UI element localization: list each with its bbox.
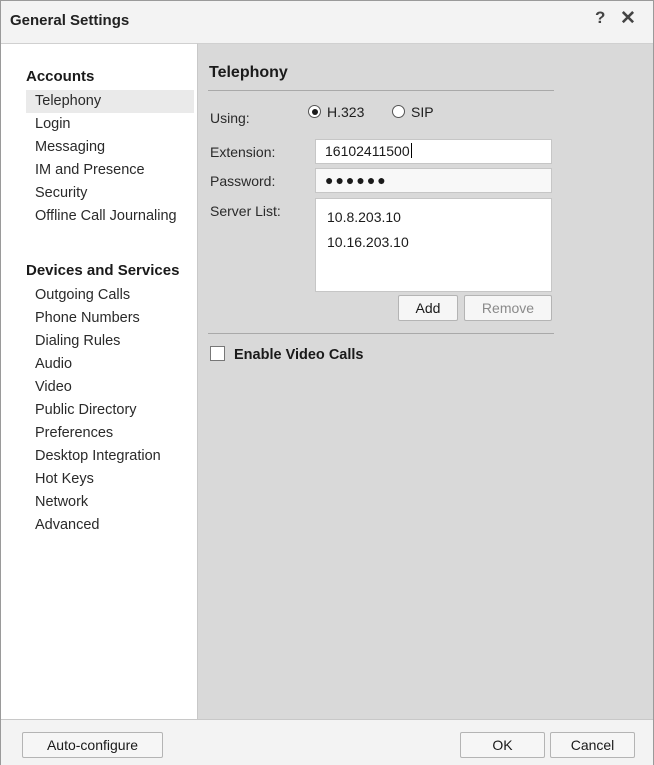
sidebar-item-dialing-rules[interactable]: Dialing Rules (26, 330, 194, 353)
protocol-h323-radio[interactable]: H.323 (308, 104, 364, 120)
title-divider (208, 90, 554, 91)
password-label: Password: (210, 173, 276, 189)
auto-configure-button[interactable]: Auto-configure (22, 732, 163, 758)
sidebar-item-advanced[interactable]: Advanced (26, 514, 194, 537)
list-item[interactable]: 10.16.203.10 (327, 230, 551, 255)
radio-unchecked-icon (392, 105, 405, 118)
extension-label: Extension: (210, 144, 276, 160)
radio-checked-icon (308, 105, 321, 118)
password-field[interactable]: ●●●●●● (315, 168, 552, 193)
sidebar-item-login[interactable]: Login (26, 113, 194, 136)
sidebar-item-audio[interactable]: Audio (26, 353, 194, 376)
cancel-button[interactable]: Cancel (550, 732, 635, 758)
add-button[interactable]: Add (398, 295, 458, 321)
sidebar-item-im-presence[interactable]: IM and Presence (26, 159, 194, 182)
settings-sidebar: Accounts Telephony Login Messaging IM an… (1, 43, 198, 720)
sidebar-item-offline-call-journaling[interactable]: Offline Call Journaling (26, 205, 194, 228)
extension-value: 16102411500 (325, 143, 410, 159)
ok-button[interactable]: OK (460, 732, 545, 758)
sidebar-item-preferences[interactable]: Preferences (26, 422, 194, 445)
protocol-sip-radio[interactable]: SIP (392, 104, 434, 120)
server-listbox[interactable]: 10.8.203.10 10.16.203.10 (315, 198, 552, 292)
extension-field[interactable]: 16102411500 (315, 139, 552, 164)
dialog-footer: Auto-configure OK Cancel (1, 719, 653, 765)
sidebar-item-network[interactable]: Network (26, 491, 194, 514)
using-label: Using: (210, 110, 250, 126)
devices-heading: Devices and Services (26, 262, 180, 279)
text-caret (410, 143, 412, 158)
sidebar-item-hot-keys[interactable]: Hot Keys (26, 468, 194, 491)
sidebar-item-desktop-integration[interactable]: Desktop Integration (26, 445, 194, 468)
page-title: Telephony (209, 64, 288, 81)
enable-video-calls-checkbox[interactable]: Enable Video Calls (210, 346, 363, 363)
title-bar: General Settings ? ✕ (1, 1, 653, 41)
protocol-sip-label: SIP (411, 104, 434, 120)
enable-video-calls-label: Enable Video Calls (234, 347, 364, 363)
help-icon[interactable]: ? (595, 8, 605, 28)
settings-dialog: General Settings ? ✕ Accounts Telephony … (0, 0, 654, 765)
protocol-h323-label: H.323 (327, 104, 365, 120)
accounts-heading: Accounts (26, 68, 95, 85)
dialog-title: General Settings (10, 12, 130, 29)
sidebar-item-phone-numbers[interactable]: Phone Numbers (26, 307, 194, 330)
server-list-label: Server List: (210, 203, 281, 219)
sidebar-item-outgoing-calls[interactable]: Outgoing Calls (26, 284, 194, 307)
section-divider (208, 333, 554, 334)
sidebar-item-telephony[interactable]: Telephony (26, 90, 194, 113)
telephony-panel: Telephony Using: H.323 SIP Extension: 16… (198, 43, 653, 720)
sidebar-item-public-directory[interactable]: Public Directory (26, 399, 194, 422)
checkbox-unchecked-icon (210, 346, 225, 361)
sidebar-item-messaging[interactable]: Messaging (26, 136, 194, 159)
sidebar-item-security[interactable]: Security (26, 182, 194, 205)
close-icon[interactable]: ✕ (620, 7, 636, 30)
list-item[interactable]: 10.8.203.10 (327, 205, 551, 230)
remove-button[interactable]: Remove (464, 295, 552, 321)
sidebar-item-video[interactable]: Video (26, 376, 194, 399)
